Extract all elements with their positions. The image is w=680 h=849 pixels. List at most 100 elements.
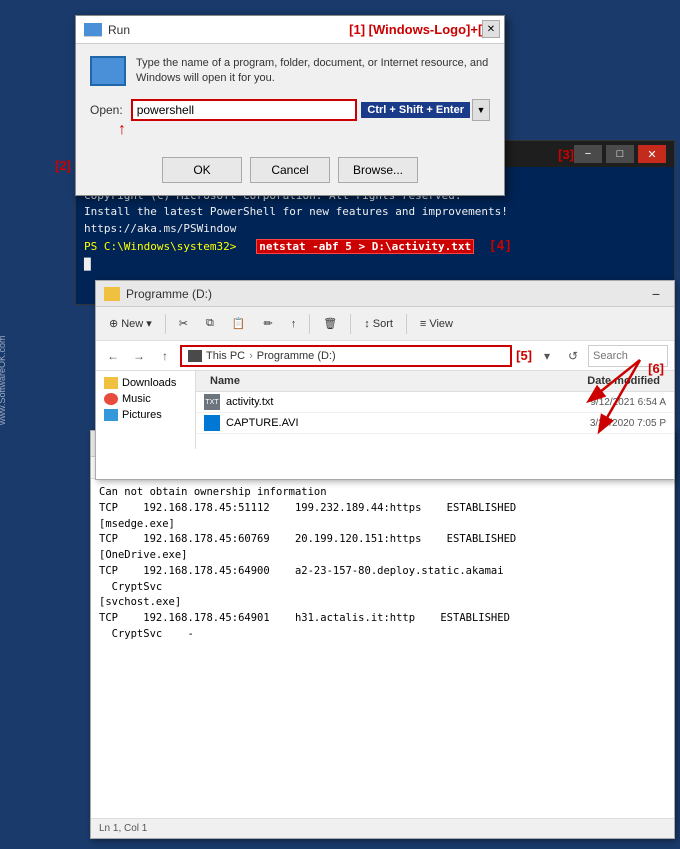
sidebar-item-downloads[interactable]: Downloads bbox=[100, 375, 191, 391]
run-shortcut-label: Ctrl + Shift + Enter bbox=[361, 102, 470, 118]
toolbar-sep-1 bbox=[165, 314, 166, 334]
new-dropdown-icon: ▾ bbox=[146, 317, 152, 330]
notepad-line-8: [svchost.exe] bbox=[99, 595, 666, 611]
run-description: Type the name of a program, folder, docu… bbox=[136, 56, 490, 87]
back-button[interactable]: ← bbox=[102, 345, 124, 367]
sidebar-item-music[interactable]: Music bbox=[100, 391, 191, 407]
ps-cursor-line: █ bbox=[84, 257, 666, 274]
music-label: Music bbox=[122, 393, 151, 405]
ps-prompt-line: PS C:\Windows\system32> netstat -abf 5 >… bbox=[84, 237, 666, 257]
ps-min-button[interactable]: − bbox=[574, 145, 602, 163]
path-drive: Programme (D:) bbox=[257, 350, 336, 362]
run-open-input[interactable] bbox=[131, 99, 358, 121]
toolbar-sep-4 bbox=[406, 314, 407, 334]
capture-file-icon bbox=[204, 415, 220, 431]
run-arrow-annotation: ↑ bbox=[118, 121, 126, 139]
rename-icon: ✏ bbox=[264, 317, 273, 330]
address-path[interactable]: This PC › Programme (D:) bbox=[180, 345, 512, 367]
dropdown-button[interactable]: ▾ bbox=[536, 345, 558, 367]
new-label: New bbox=[121, 318, 143, 330]
notepad-line-5: [OneDrive.exe] bbox=[99, 548, 666, 564]
sort-label: Sort bbox=[373, 318, 393, 330]
file-annotation-arrows bbox=[570, 350, 650, 455]
notepad-window: activity.txt - Notepad File Edit Format … bbox=[90, 430, 675, 839]
run-pc-icon bbox=[90, 56, 126, 86]
explorer-icon bbox=[104, 287, 120, 301]
notepad-line-7: CryptSvc bbox=[99, 580, 666, 596]
explorer-titlebar: Programme (D:) − bbox=[96, 281, 674, 307]
view-icon: ≡ bbox=[420, 318, 426, 330]
path-thispc: This PC bbox=[206, 350, 245, 362]
files-label: [6] bbox=[648, 371, 664, 376]
music-icon bbox=[104, 393, 118, 405]
explorer-delete-button[interactable]: 🗑 bbox=[318, 315, 342, 332]
ps-max-button[interactable]: □ bbox=[606, 145, 634, 163]
explorer-new-button[interactable]: ⊕ New ▾ bbox=[104, 315, 157, 332]
run-dialog-label: [1] [Windows-Logo]+[R] bbox=[349, 22, 496, 37]
notepad-statusbar: Ln 1, Col 1 bbox=[91, 818, 674, 838]
downloads-label: Downloads bbox=[122, 377, 176, 389]
run-dropdown-button[interactable]: ▼ bbox=[472, 99, 490, 121]
explorer-min-button[interactable]: − bbox=[646, 286, 666, 302]
run-ok-button[interactable]: OK bbox=[162, 157, 242, 183]
up-button[interactable]: ↑ bbox=[154, 345, 176, 367]
notepad-line-4: TCP 192.168.178.45:60769 20.199.120.151:… bbox=[99, 532, 666, 548]
notepad-line-6: TCP 192.168.178.45:64900 a2-23-157-80.de… bbox=[99, 564, 666, 580]
run-cancel-button[interactable]: Cancel bbox=[250, 157, 330, 183]
ps-cmd-label: [4] bbox=[489, 239, 512, 254]
delete-icon: 🗑 bbox=[323, 317, 337, 330]
cut-icon: ✂ bbox=[179, 317, 188, 330]
ps-close-button[interactable]: ✕ bbox=[638, 145, 666, 163]
sort-icon: ↕ bbox=[364, 318, 370, 330]
forward-button[interactable]: → bbox=[128, 345, 150, 367]
new-icon: ⊕ bbox=[109, 317, 118, 330]
paste-icon: 📋 bbox=[232, 317, 246, 330]
run-open-label: Open: bbox=[90, 103, 123, 117]
pictures-label: Pictures bbox=[122, 409, 162, 421]
ps-line3: Install the latest PowerShell for new fe… bbox=[84, 204, 666, 237]
drive-icon bbox=[188, 350, 202, 362]
downloads-icon bbox=[104, 377, 118, 389]
ps-prompt: PS C:\Windows\system32> bbox=[84, 240, 236, 253]
share-icon: ↑ bbox=[291, 318, 297, 330]
explorer-share-button[interactable]: ↑ bbox=[286, 316, 302, 332]
run-bracket-2: [2] bbox=[55, 158, 71, 173]
view-label: View bbox=[429, 318, 453, 330]
notepad-line-10: CryptSvc - bbox=[99, 627, 666, 643]
explorer-rename-button[interactable]: ✏ bbox=[259, 315, 278, 332]
explorer-paste-button[interactable]: 📋 bbox=[227, 315, 251, 332]
pictures-icon bbox=[104, 409, 118, 421]
notepad-line-9: TCP 192.168.178.45:64901 h31.actalis.it:… bbox=[99, 611, 666, 627]
run-icon bbox=[84, 23, 102, 37]
explorer-title: Programme (D:) bbox=[126, 287, 646, 301]
explorer-copy-button[interactable]: ⧉ bbox=[201, 315, 219, 332]
copy-icon: ⧉ bbox=[206, 317, 214, 330]
ps-title-label: [3] bbox=[558, 147, 574, 162]
sidebar-url-text: www.SoftwareOK.com bbox=[0, 335, 7, 425]
activity-filename: activity.txt bbox=[226, 396, 546, 408]
files-name-header: Name bbox=[204, 373, 546, 389]
explorer-view-button[interactable]: ≡ View bbox=[415, 316, 458, 332]
notepad-line-3: [msedge.exe] bbox=[99, 517, 666, 533]
capture-filename: CAPTURE.AVI bbox=[226, 417, 546, 429]
run-dialog-titlebar: Run [1] [Windows-Logo]+[R] ✕ bbox=[76, 16, 504, 44]
run-browse-button[interactable]: Browse... bbox=[338, 157, 418, 183]
toolbar-sep-3 bbox=[350, 314, 351, 334]
notepad-line-1: Can not obtain ownership information bbox=[99, 485, 666, 501]
explorer-cut-button[interactable]: ✂ bbox=[174, 315, 193, 332]
toolbar-sep-2 bbox=[309, 314, 310, 334]
explorer-sort-button[interactable]: ↕ Sort bbox=[359, 316, 398, 332]
sidebar-item-pictures[interactable]: Pictures bbox=[100, 407, 191, 423]
notepad-line-2: TCP 192.168.178.45:51112 199.232.189.44:… bbox=[99, 501, 666, 517]
path-sep: › bbox=[249, 350, 253, 362]
address-label: [5] bbox=[516, 348, 532, 363]
explorer-toolbar: ⊕ New ▾ ✂ ⧉ 📋 ✏ ↑ 🗑 bbox=[96, 307, 674, 341]
activity-file-icon: TXT bbox=[204, 394, 220, 410]
run-dialog: Run [1] [Windows-Logo]+[R] ✕ Type the na… bbox=[75, 15, 505, 196]
notepad-content: Can not obtain ownership information TCP… bbox=[91, 479, 674, 816]
explorer-sidebar: Downloads Music Pictures bbox=[96, 371, 196, 449]
run-close-button[interactable]: ✕ bbox=[482, 20, 500, 38]
run-dialog-title: Run bbox=[108, 23, 341, 37]
notepad-status-text: Ln 1, Col 1 bbox=[99, 823, 147, 834]
ps-command: netstat -abf 5 > D:\activity.txt bbox=[256, 239, 474, 254]
